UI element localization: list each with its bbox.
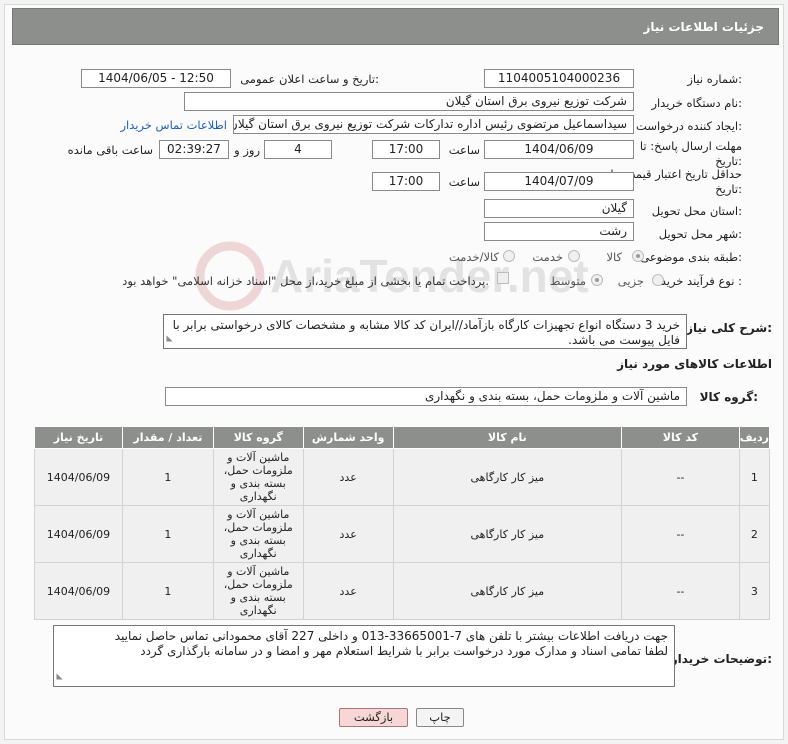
cell-name: میز کار کارگاهی — [392, 505, 623, 563]
treasury-checkbox[interactable] — [497, 272, 509, 284]
cell-code: -- — [621, 562, 740, 620]
process-radio-medium[interactable] — [591, 274, 603, 286]
cell-name: میز کار کارگاهی — [392, 562, 623, 620]
goods-group-label: گروه کالا: — [699, 390, 758, 404]
province-field: گیلان — [484, 199, 634, 218]
cell-date: 1404/06/09 — [34, 562, 123, 620]
price-validity-time-field: 17:00 — [372, 172, 440, 191]
category-option-service: خدمت — [532, 250, 563, 264]
description-label: شرح کلی نیاز: — [686, 321, 772, 335]
cell-qty: 1 — [121, 505, 214, 563]
province-label: استان محل تحویل: — [651, 204, 742, 218]
cell-date: 1404/06/09 — [34, 505, 123, 563]
col-header-name: نام کالا — [392, 426, 623, 449]
cell-unit: عدد — [302, 562, 394, 620]
process-label: نوع فرآیند خرید : — [660, 274, 742, 288]
col-header-index: ردیف — [738, 426, 771, 449]
cell-index: 3 — [738, 562, 771, 620]
goods-section-title: اطلاعات کالاهای مورد نیاز — [617, 357, 772, 371]
col-header-date: تاریخ نیاز — [34, 426, 123, 449]
cell-index: 1 — [738, 448, 771, 506]
description-textarea[interactable]: خرید 3 دستگاه انواع تجهیزات کارگاه بازآم… — [163, 314, 687, 349]
process-radio-minor[interactable] — [652, 274, 664, 286]
goods-group-field: ماشین آلات و ملزومات حمل، بسته بندی و نگ… — [165, 387, 687, 406]
need-number-field: 1104005104000236 — [484, 69, 634, 88]
description-text: خرید 3 دستگاه انواع تجهیزات کارگاه بازآم… — [172, 318, 680, 347]
items-table: ردیف کد کالا نام کالا واحد شمارش گروه کا… — [34, 426, 771, 620]
col-header-code: کد کالا — [621, 426, 740, 449]
col-header-qty: تعداد / مقدار — [121, 426, 214, 449]
category-option-goods: کالا — [606, 250, 622, 264]
category-option-goods-service: کالا/خدمت — [448, 250, 499, 264]
announce-label: تاریخ و ساعت اعلان عمومی: — [240, 72, 379, 86]
buyer-notes-line-2: لطفا تمامی اسناد و مدارک مورد درخواست بر… — [140, 644, 668, 658]
buyer-org-field: شرکت توزیع نیروی برق استان گیلان — [184, 92, 634, 111]
cell-name: میز کار کارگاهی — [392, 448, 623, 506]
col-header-group: گروه کالا — [212, 426, 304, 449]
cell-index: 2 — [738, 505, 771, 563]
buyer-org-label: نام دستگاه خریدار: — [651, 96, 742, 110]
page-title: جزئیات اطلاعات نیاز — [643, 20, 764, 34]
table-row: 3 -- میز کار کارگاهی عدد ماشین آلات و مل… — [34, 562, 771, 620]
resize-grip-icon[interactable]: ◢ — [54, 673, 68, 679]
category-radio-service[interactable] — [568, 250, 580, 262]
back-button[interactable]: بازگشت — [339, 708, 408, 727]
buyer-contact-link[interactable]: اطلاعات تماس خریدار — [120, 118, 227, 132]
treasury-note: پرداخت تمام یا بخشی از مبلغ خرید،از محل … — [122, 274, 489, 288]
category-radio-goods-service[interactable] — [503, 250, 515, 262]
deadline-time-field: 17:00 — [372, 140, 440, 159]
cell-group: ماشین آلات و ملزومات حمل، بسته بندی و نگ… — [212, 448, 304, 506]
city-label: شهر محل تحویل: — [658, 227, 742, 241]
remaining-time-label: ساعت باقی مانده — [67, 143, 153, 157]
days-label: روز و — [234, 143, 260, 157]
requester-label: ایجاد کننده درخواست: — [636, 119, 742, 133]
remaining-days-field: 4 — [264, 140, 332, 159]
cell-unit: عدد — [302, 505, 394, 563]
page-header: جزئیات اطلاعات نیاز — [12, 8, 779, 45]
buyer-notes-textarea[interactable]: جهت دریافت اطلاعات بیشتر با تلفن های 7-3… — [53, 625, 675, 687]
price-validity-date-field: 1404/07/09 — [484, 172, 634, 191]
category-radio-goods[interactable] — [632, 250, 644, 262]
need-number-label: شماره نیاز: — [687, 72, 742, 86]
cell-code: -- — [621, 505, 740, 563]
buyer-notes-label: توضیحات خریدار: — [670, 652, 772, 666]
cell-group: ماشین آلات و ملزومات حمل، بسته بندی و نگ… — [212, 562, 304, 620]
cell-qty: 1 — [121, 448, 214, 506]
resize-grip-icon[interactable]: ◢ — [164, 335, 178, 341]
announce-date-field: 1404/06/05 - 12:50 — [81, 69, 231, 88]
remaining-time-field: 02:39:27 — [159, 140, 229, 159]
print-button[interactable]: چاپ — [416, 708, 464, 727]
cell-group: ماشین آلات و ملزومات حمل، بسته بندی و نگ… — [212, 505, 304, 563]
city-field: رشت — [484, 222, 634, 241]
deadline-time-label: ساعت — [448, 143, 480, 157]
cell-code: -- — [621, 448, 740, 506]
buyer-notes-line-1: جهت دریافت اطلاعات بیشتر با تلفن های 7-3… — [114, 629, 668, 643]
cell-date: 1404/06/09 — [34, 448, 123, 506]
requester-field: سیداسماعیل مرتضوی رئیس اداره تدارکات شرک… — [233, 115, 634, 134]
table-row: 1 -- میز کار کارگاهی عدد ماشین آلات و مل… — [34, 448, 771, 506]
process-option-minor: جزیی — [617, 274, 644, 288]
process-option-medium: متوسط — [549, 274, 586, 288]
cell-qty: 1 — [121, 562, 214, 620]
col-header-unit: واحد شمارش — [302, 426, 394, 449]
deadline-date-field: 1404/06/09 — [484, 140, 634, 159]
category-label: طبقه بندی موضوعی: — [640, 250, 742, 264]
price-validity-time-label: ساعت — [448, 175, 480, 189]
cell-unit: عدد — [302, 448, 394, 506]
table-row: 2 -- میز کار کارگاهی عدد ماشین آلات و مل… — [34, 505, 771, 563]
table-header-row: ردیف کد کالا نام کالا واحد شمارش گروه کا… — [34, 426, 771, 449]
